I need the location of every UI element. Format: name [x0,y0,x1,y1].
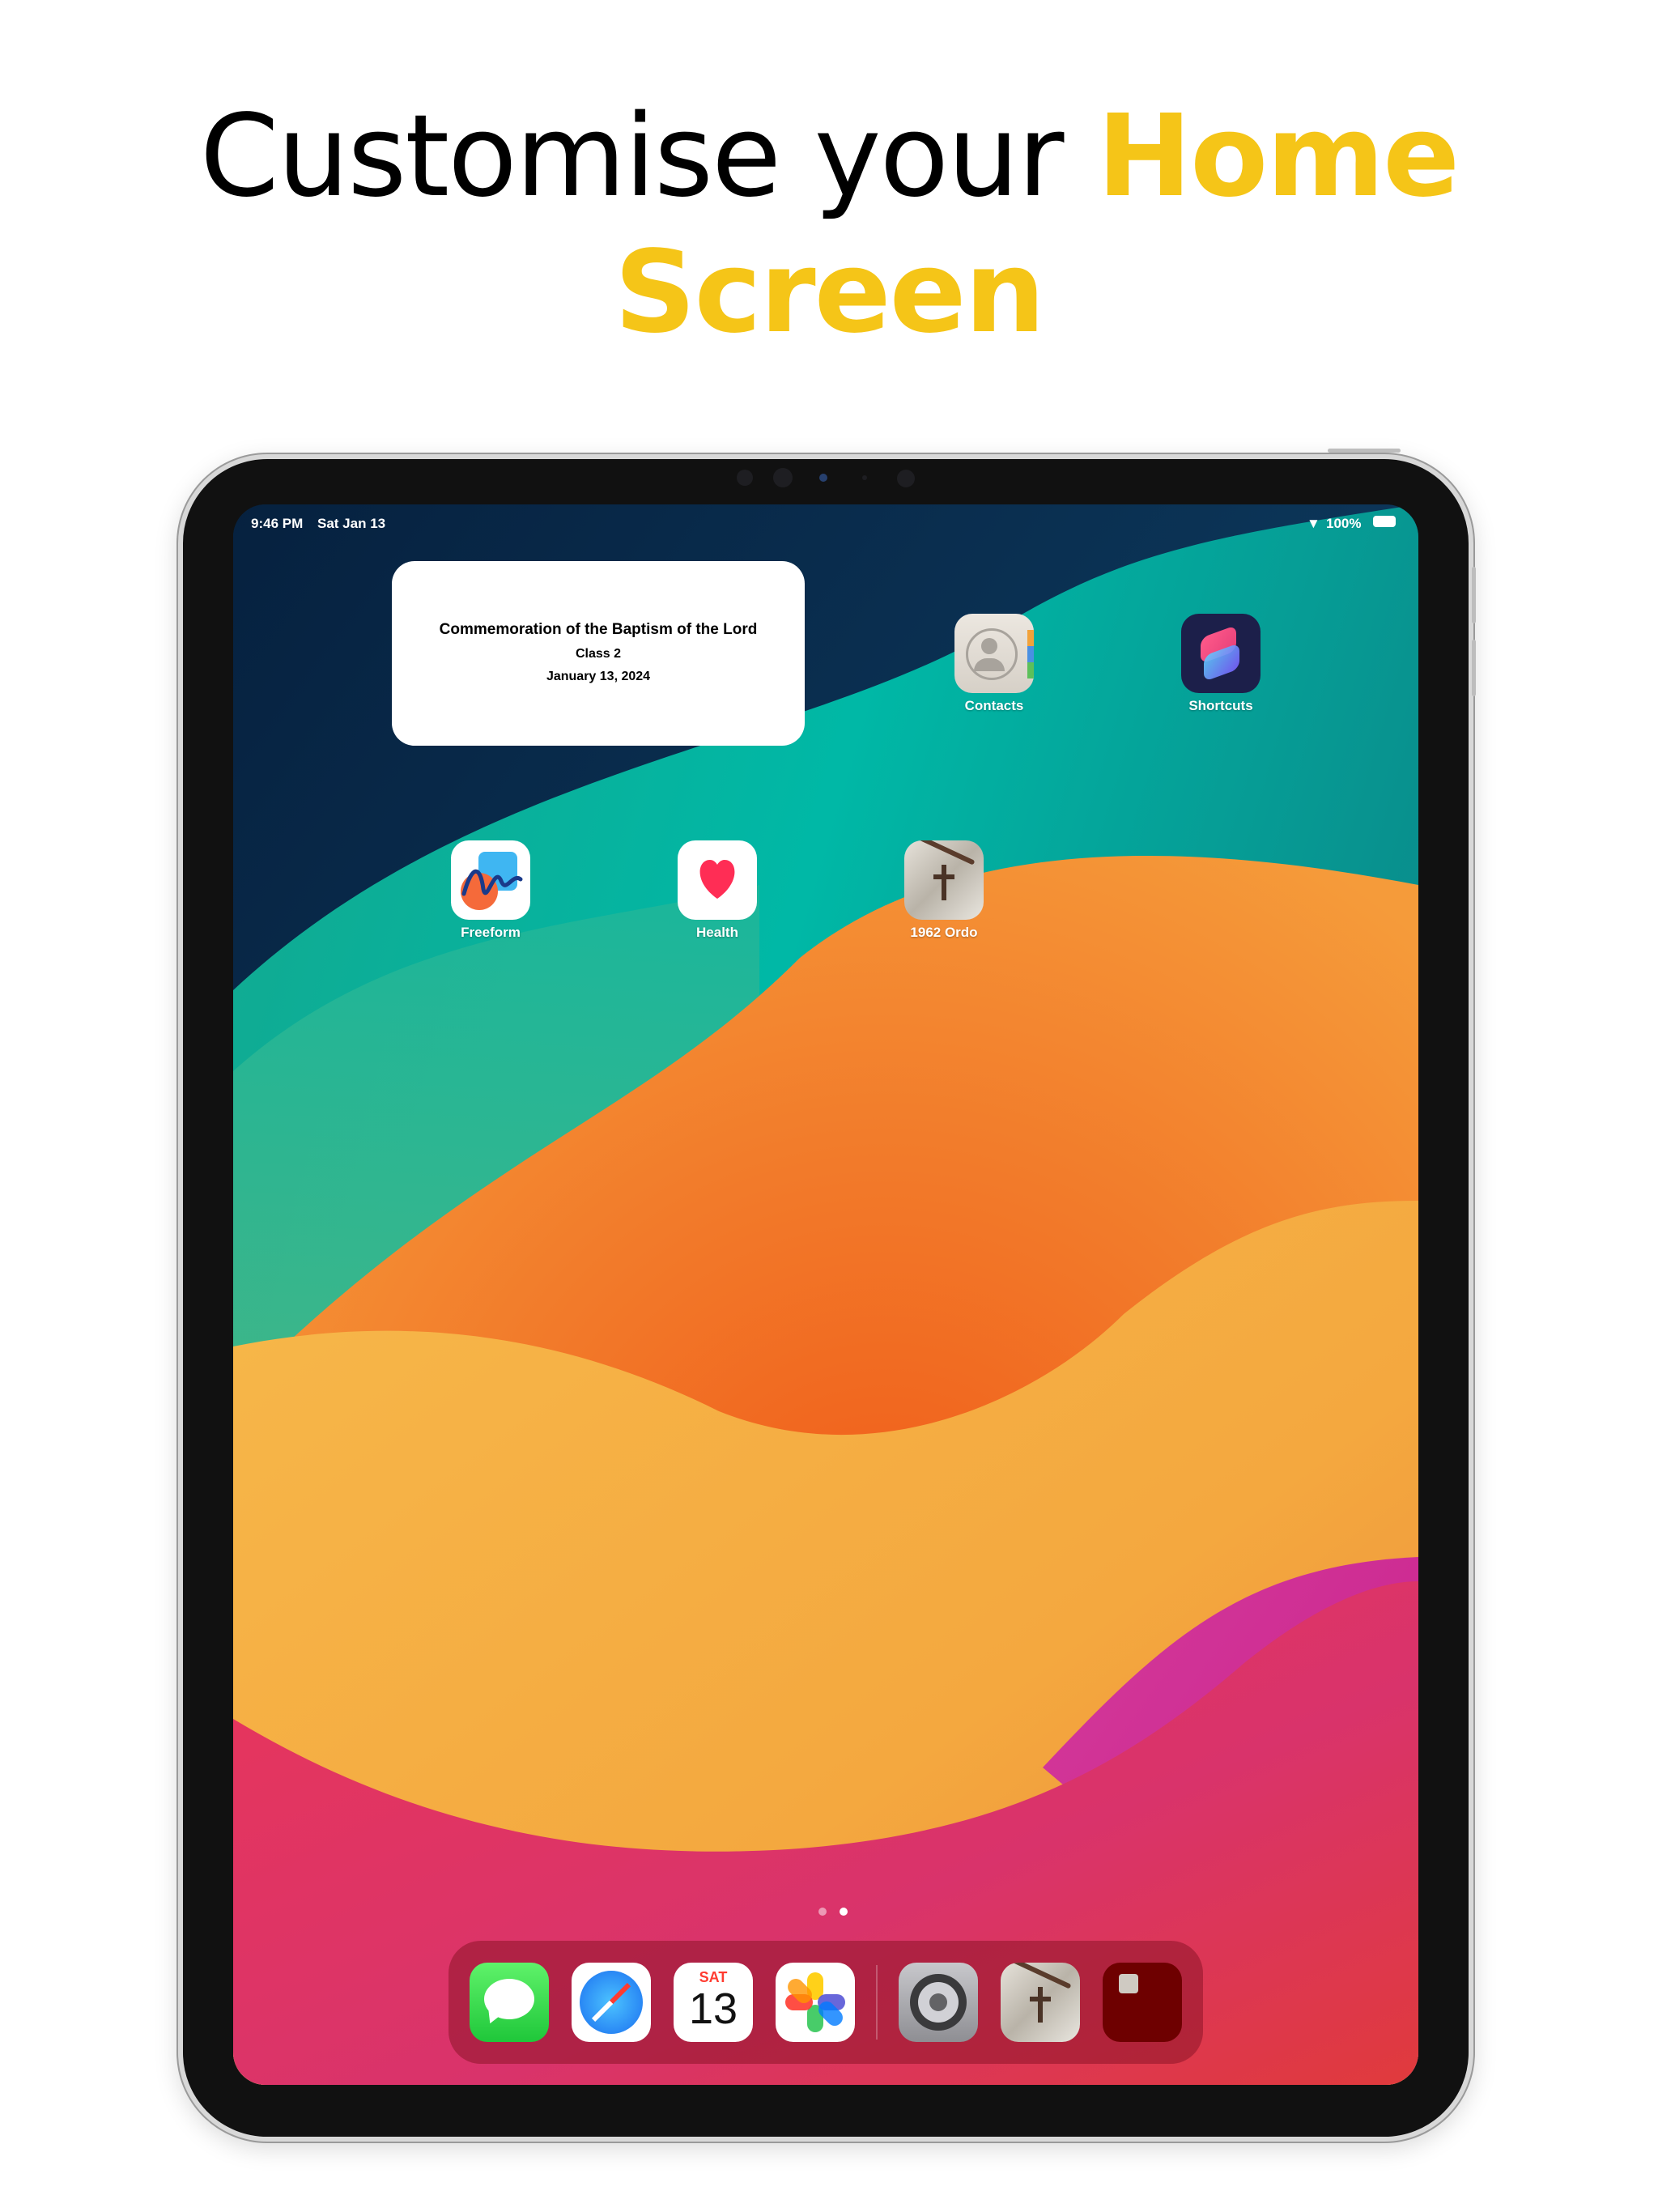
photos-icon[interactable] [776,1963,855,2042]
top-button [1328,449,1401,453]
dock-separator [876,1965,878,2040]
calendar-date: 13 [688,1984,738,2033]
app-label: Contacts [964,698,1024,713]
ordo-red-icon[interactable] [1103,1963,1182,2042]
headline-highlight-screen: Screen [614,227,1045,359]
camera-sensor-4 [862,475,867,480]
app-label: Freeform [461,925,521,940]
page-indicator[interactable] [812,1905,854,1920]
camera-sensor-1 [737,470,753,486]
ordo-widget[interactable]: Commemoration of the Baptism of the Lord… [392,561,805,746]
battery-icon [1373,516,1396,527]
status-date: Sat Jan 13 [317,516,386,531]
headline-text: Customise your [199,91,1097,223]
widget-title: Commemoration of the Baptism of the Lord [439,621,758,638]
app-contacts[interactable]: Contacts [937,614,1051,714]
camera-sensor-3 [819,474,827,482]
ordo-icon[interactable] [1001,1963,1080,2042]
headline-highlight-home: Home [1096,91,1460,223]
settings-icon[interactable] [899,1963,978,2042]
app-health[interactable]: Health [661,840,774,941]
contacts-icon [954,614,1034,693]
widget-class: Class 2 [575,647,622,661]
volume-down-button [1472,640,1476,696]
wifi-icon: ▼ [1307,516,1320,531]
camera-sensor-2 [773,468,793,487]
health-icon [678,840,757,920]
ordo-icon [904,840,984,920]
battery-percent: 100% [1326,516,1362,531]
dock: SAT 13 [449,1941,1203,2064]
app-shortcuts[interactable]: Shortcuts [1164,614,1278,714]
app-1962-ordo[interactable]: 1962 Ordo [887,840,1001,941]
app-label: Shortcuts [1188,698,1253,713]
messages-icon[interactable] [470,1963,549,2042]
volume-up-button [1472,567,1476,623]
home-screen: 9:46 PM Sat Jan 13 ▼ 100% Commemoration … [233,504,1418,2085]
safari-icon[interactable] [572,1963,651,2042]
app-label: Health [696,925,738,940]
freeform-icon [451,840,530,920]
page-dot-2[interactable] [840,1908,848,1916]
app-label: 1962 Ordo [910,925,978,940]
page-dot-1[interactable] [818,1908,827,1916]
camera-lens [897,470,915,487]
app-freeform[interactable]: Freeform [434,840,547,941]
shortcuts-icon [1181,614,1261,693]
widget-date: January 13, 2024 [546,670,651,683]
calendar-day: SAT [699,1969,728,1985]
calendar-icon[interactable]: SAT 13 [674,1963,753,2042]
status-time: 9:46 PM [251,516,304,531]
headline: Customise your Home Screen [0,89,1658,361]
